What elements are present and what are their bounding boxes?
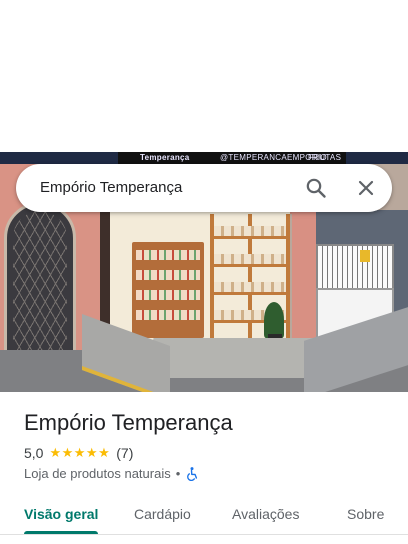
place-category: Loja de produtos naturais [24, 466, 171, 481]
rating-row[interactable]: 5,0 ★★★★★ (7) [24, 444, 133, 462]
tabs-divider [0, 534, 408, 535]
product-stand [132, 242, 204, 338]
place-info-panel: Empório Temperança 5,0 ★★★★★ (7) Loja de… [0, 392, 408, 544]
yellow-tag [360, 250, 370, 262]
review-count[interactable]: (7) [116, 445, 133, 461]
tab-menu[interactable]: Cardápio [134, 504, 191, 524]
sign-right-text: FRUTAS [308, 153, 342, 162]
place-title: Empório Temperança [24, 410, 233, 435]
top-blank-area [0, 0, 408, 152]
sign-left-text: Temperança [140, 153, 190, 162]
plant [264, 302, 284, 338]
arched-door [4, 202, 76, 362]
rating-stars: ★★★★★ [49, 445, 111, 460]
search-icon[interactable] [304, 176, 328, 200]
tab-about[interactable]: Sobre [347, 504, 384, 524]
store-sign: Temperança @TEMPERANCAEMPORIO FRUTAS [118, 152, 346, 164]
tab-overview[interactable]: Visão geral [24, 504, 98, 524]
entrance-ramp [146, 338, 314, 378]
separator-dot: • [175, 466, 181, 481]
rating-value: 5,0 [24, 445, 44, 461]
place-tabs: Visão geral Cardápio Avaliações Sobre [0, 504, 408, 544]
category-row: Loja de produtos naturais • [24, 466, 198, 481]
search-box[interactable]: Empório Temperança [16, 164, 392, 212]
search-input[interactable]: Empório Temperança [40, 164, 182, 212]
close-icon[interactable] [354, 176, 378, 200]
wheelchair-icon [187, 466, 198, 481]
tab-reviews[interactable]: Avaliações [232, 504, 299, 524]
